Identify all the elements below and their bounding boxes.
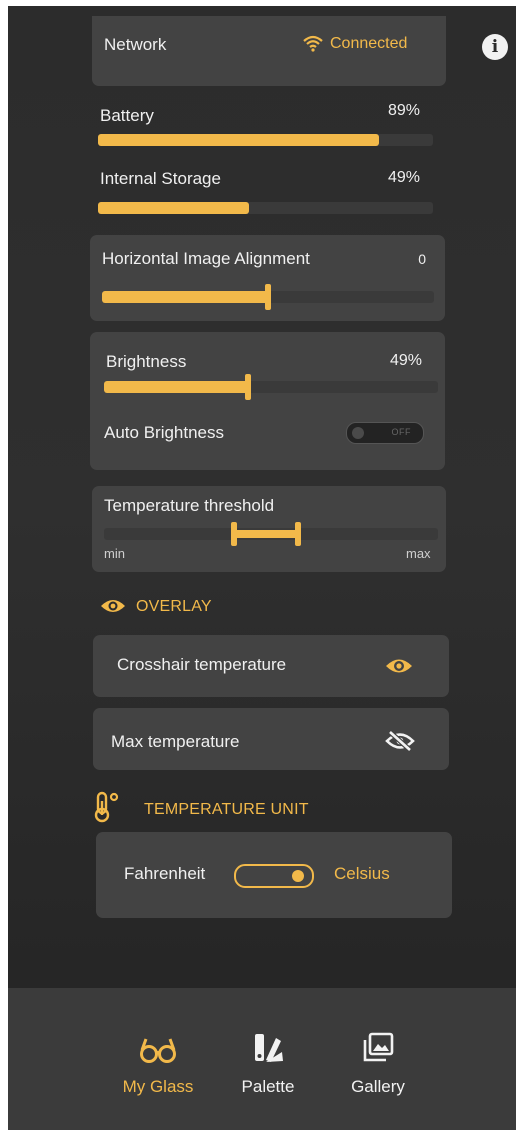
- temperature-threshold-card: Temperature threshold min max: [92, 486, 446, 572]
- gallery-icon: [361, 1032, 395, 1068]
- info-icon[interactable]: i: [482, 34, 508, 60]
- storage-value: 49%: [387, 169, 420, 186]
- celsius-label[interactable]: Celsius: [334, 864, 390, 884]
- glasses-icon: [138, 1038, 178, 1068]
- storage-label: Internal Storage: [100, 169, 221, 188]
- switch-knob: [292, 870, 304, 882]
- temperature-unit-card: Fahrenheit Celsius: [96, 832, 452, 918]
- alignment-slider-thumb[interactable]: [265, 284, 271, 310]
- overlay-item-label: Crosshair temperature: [117, 655, 287, 674]
- alignment-slider[interactable]: [102, 284, 434, 310]
- nav-item-palette[interactable]: Palette: [222, 1032, 314, 1097]
- auto-brightness-label: Auto Brightness: [104, 423, 225, 442]
- thermometer-icon: [94, 791, 120, 828]
- storage-bar-fill: [98, 202, 249, 214]
- nav-item-my-glass[interactable]: My Glass: [112, 1036, 204, 1097]
- battery-bar-fill: [98, 134, 380, 146]
- toggle-state-text: OFF: [391, 427, 411, 437]
- brightness-label: Brightness: [106, 352, 187, 371]
- palette-icon: [251, 1034, 285, 1068]
- battery-value: 89%: [387, 102, 420, 119]
- alignment-card: Horizontal Image Alignment 0: [90, 235, 445, 321]
- battery-bar: [98, 134, 433, 146]
- brightness-card: Brightness 49% Auto Brightness OFF: [90, 332, 445, 470]
- temperature-range-slider[interactable]: [104, 522, 438, 546]
- brightness-slider-fill: [104, 381, 248, 393]
- auto-brightness-toggle[interactable]: OFF: [346, 422, 424, 444]
- nav-label: Gallery: [351, 1077, 405, 1096]
- alignment-slider-fill: [102, 291, 268, 303]
- alignment-value: 0: [418, 251, 426, 267]
- brightness-slider-thumb[interactable]: [244, 374, 251, 400]
- nav-item-gallery[interactable]: Gallery: [332, 1032, 424, 1097]
- eye-slash-icon[interactable]: [385, 730, 415, 757]
- fahrenheit-label[interactable]: Fahrenheit: [124, 864, 205, 884]
- temperature-range-fill: [234, 530, 298, 538]
- temperature-unit-switch[interactable]: [234, 864, 314, 888]
- brightness-value: 49%: [389, 352, 422, 369]
- temperature-unit-heading: TEMPERATURE UNIT: [144, 801, 309, 818]
- nav-label: My Glass: [122, 1077, 194, 1096]
- temperature-range-min-thumb[interactable]: [231, 522, 238, 546]
- temperature-min-label: min: [104, 546, 125, 561]
- storage-bar: [98, 202, 433, 214]
- wifi-icon: [302, 33, 324, 58]
- network-label: Network: [104, 35, 167, 54]
- overlay-heading: OVERLAY: [136, 598, 212, 615]
- network-status: Connected: [330, 35, 408, 52]
- toggle-knob: [352, 427, 364, 439]
- temperature-threshold-label: Temperature threshold: [104, 496, 275, 515]
- eye-icon[interactable]: [385, 657, 413, 680]
- nav-label: Palette: [241, 1077, 295, 1096]
- overlay-eye-icon: [100, 598, 126, 619]
- brightness-slider[interactable]: [104, 374, 438, 400]
- overlay-item-max-temperature[interactable]: Max temperature: [93, 708, 449, 770]
- overlay-item-crosshair[interactable]: Crosshair temperature: [93, 635, 449, 697]
- bottom-nav: My Glass Palette Gallery: [8, 988, 516, 1130]
- network-card: Network Connected: [92, 16, 446, 86]
- overlay-item-label: Max temperature: [111, 732, 240, 751]
- temperature-max-label: max: [406, 546, 431, 561]
- battery-label: Battery: [100, 106, 154, 125]
- app-screen: Network Connected i Battery 89% Internal…: [8, 6, 516, 1130]
- alignment-label: Horizontal Image Alignment: [102, 249, 310, 268]
- temperature-range-max-thumb[interactable]: [294, 522, 301, 546]
